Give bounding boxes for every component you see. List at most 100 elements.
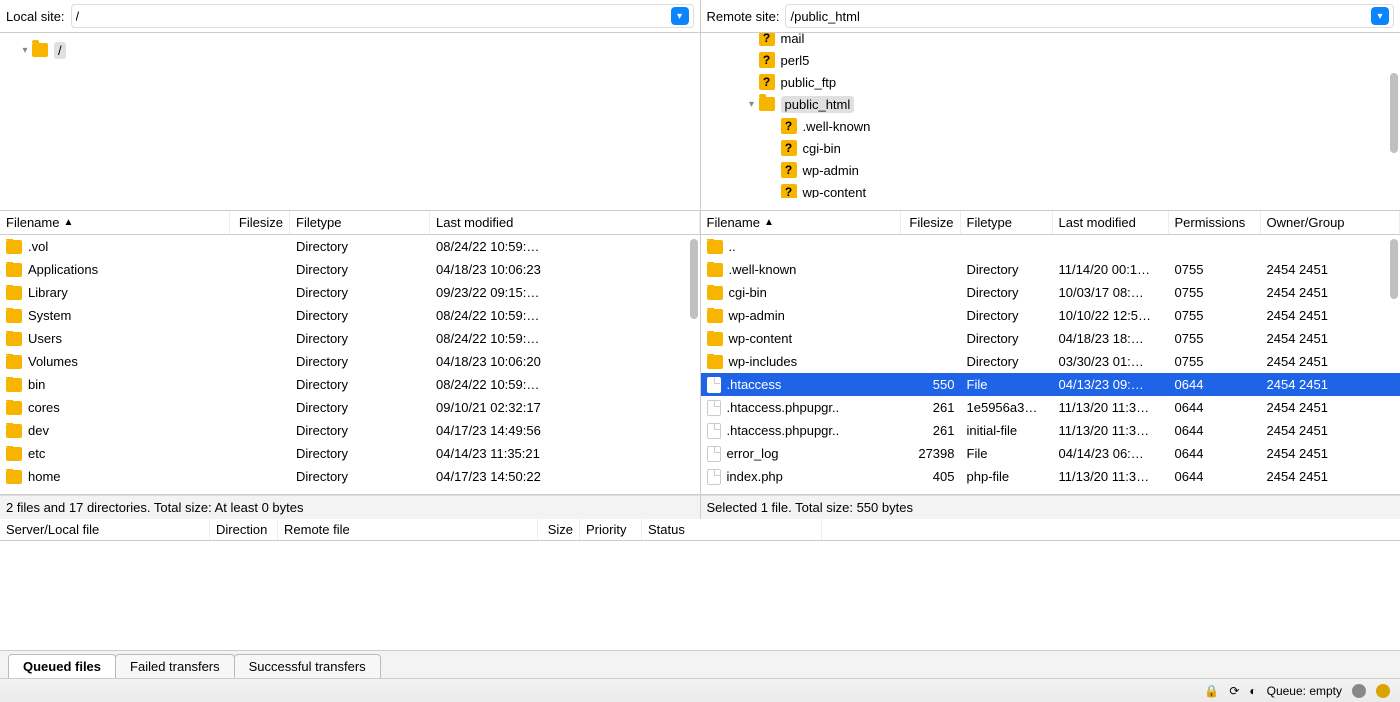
filename-cell: error_log bbox=[727, 446, 779, 461]
list-row[interactable]: etc Directory 04/14/23 11:35:21 bbox=[0, 442, 700, 465]
remote-col-permissions[interactable]: Permissions bbox=[1169, 211, 1261, 234]
remote-site-dropdown-icon[interactable]: ▾ bbox=[1371, 7, 1389, 25]
remote-file-list[interactable]: .. .well-known Directory 11/14/20 00:1… … bbox=[701, 235, 1400, 494]
list-row[interactable]: Users Directory 08/24/22 10:59:… bbox=[0, 327, 700, 350]
tree-item[interactable]: ? wp-content bbox=[701, 181, 1400, 198]
list-row[interactable]: .well-known Directory 11/14/20 00:1… 075… bbox=[701, 258, 1400, 281]
remote-list-scrollbar[interactable] bbox=[1390, 239, 1398, 299]
remote-col-owner[interactable]: Owner/Group bbox=[1261, 211, 1400, 234]
local-site-label: Local site: bbox=[6, 9, 65, 24]
status-dot-1 bbox=[1352, 684, 1366, 698]
folder-icon bbox=[6, 378, 22, 392]
filetype-cell: Directory bbox=[290, 331, 430, 346]
remote-col-modified[interactable]: Last modified bbox=[1053, 211, 1169, 234]
modified-cell: 04/18/23 10:06:20 bbox=[430, 354, 690, 369]
modified-cell: 04/17/23 14:50:22 bbox=[430, 469, 690, 484]
disclosure-icon[interactable]: ▾ bbox=[18, 45, 32, 56]
list-row[interactable]: System Directory 08/24/22 10:59:… bbox=[0, 304, 700, 327]
remote-col-filename[interactable]: Filename▲ bbox=[701, 211, 901, 234]
folder-icon bbox=[6, 401, 22, 415]
list-row[interactable]: wp-content Directory 04/18/23 18:… 0755 … bbox=[701, 327, 1400, 350]
folder-icon bbox=[707, 286, 723, 300]
queue-col-server[interactable]: Server/Local file bbox=[0, 519, 210, 540]
modified-cell: 08/24/22 10:59:… bbox=[430, 239, 690, 254]
filesize-cell: 27398 bbox=[901, 446, 961, 461]
owner-cell: 2454 2451 bbox=[1261, 469, 1353, 484]
permissions-cell: 0755 bbox=[1169, 331, 1261, 346]
list-row[interactable]: dev Directory 04/17/23 14:49:56 bbox=[0, 419, 700, 442]
list-row[interactable]: bin Directory 08/24/22 10:59:… bbox=[0, 373, 700, 396]
list-row[interactable]: .htaccess 550 File 04/13/23 09:… 0644 24… bbox=[701, 373, 1400, 396]
tree-item[interactable]: ▾ public_html bbox=[701, 93, 1400, 115]
queue-col-size[interactable]: Size bbox=[538, 519, 580, 540]
folder-icon bbox=[707, 355, 723, 369]
local-list-scrollbar[interactable] bbox=[690, 239, 698, 319]
queue-col-priority[interactable]: Priority bbox=[580, 519, 642, 540]
filename-cell: .htaccess.phpupgr.. bbox=[727, 423, 840, 438]
remote-tree-scrollbar[interactable] bbox=[1390, 73, 1398, 153]
folder-icon bbox=[759, 97, 775, 111]
tab-failed-transfers[interactable]: Failed transfers bbox=[115, 654, 235, 678]
remote-site-input[interactable] bbox=[790, 9, 1371, 24]
list-row[interactable]: wp-includes Directory 03/30/23 01:… 0755… bbox=[701, 350, 1400, 373]
local-site-input[interactable] bbox=[76, 9, 671, 24]
queue-col-direction[interactable]: Direction bbox=[210, 519, 278, 540]
tree-item[interactable]: ▾ / bbox=[0, 39, 700, 61]
remote-col-filesize[interactable]: Filesize bbox=[901, 211, 961, 234]
permissions-cell: 0644 bbox=[1169, 446, 1261, 461]
filetype-cell: Directory bbox=[290, 262, 430, 277]
local-status: 2 files and 17 directories. Total size: … bbox=[0, 495, 700, 519]
tree-item[interactable]: ? .well-known bbox=[701, 115, 1400, 137]
modified-cell: 04/18/23 10:06:23 bbox=[430, 262, 690, 277]
local-tree[interactable]: ▾ / bbox=[0, 33, 700, 210]
list-row[interactable]: Library Directory 09/23/22 09:15:… bbox=[0, 281, 700, 304]
filename-cell: System bbox=[28, 308, 71, 323]
tab-queued-files[interactable]: Queued files bbox=[8, 654, 116, 678]
tab-successful-transfers[interactable]: Successful transfers bbox=[234, 654, 381, 678]
filename-cell: wp-admin bbox=[729, 308, 785, 323]
local-site-input-wrap[interactable]: ▾ bbox=[71, 4, 694, 28]
bottom-status-bar: 🔒 ⟳ ◐ Queue: empty bbox=[0, 678, 1400, 702]
filter-icon[interactable]: ◐ bbox=[1249, 684, 1256, 698]
local-site-dropdown-icon[interactable]: ▾ bbox=[671, 7, 689, 25]
list-row[interactable]: index.php 405 php-file 11/13/20 11:3… 06… bbox=[701, 465, 1400, 488]
local-col-filesize[interactable]: Filesize bbox=[230, 211, 290, 234]
list-row[interactable]: .htaccess.phpupgr.. 261 1e5956a3… 11/13/… bbox=[701, 396, 1400, 419]
list-row[interactable]: error_log 27398 File 04/14/23 06:… 0644 … bbox=[701, 442, 1400, 465]
local-col-filetype[interactable]: Filetype bbox=[290, 211, 430, 234]
remote-tree[interactable]: ? mail ? perl5 ? public_ftp ▾ public_htm… bbox=[701, 33, 1400, 198]
modified-cell: 10/10/22 12:5… bbox=[1053, 308, 1169, 323]
queue-body[interactable] bbox=[0, 541, 1400, 650]
queue-col-status[interactable]: Status bbox=[642, 519, 822, 540]
filetype-cell: Directory bbox=[290, 285, 430, 300]
list-row[interactable]: cgi-bin Directory 10/03/17 08:… 0755 245… bbox=[701, 281, 1400, 304]
unknown-folder-icon: ? bbox=[781, 118, 797, 134]
tree-item[interactable]: ? public_ftp bbox=[701, 71, 1400, 93]
remote-site-input-wrap[interactable]: ▾ bbox=[785, 4, 1394, 28]
filesize-cell: 261 bbox=[901, 400, 961, 415]
list-row[interactable]: Applications Directory 04/18/23 10:06:23 bbox=[0, 258, 700, 281]
tree-item[interactable]: ? cgi-bin bbox=[701, 137, 1400, 159]
refresh-icon[interactable]: ⟳ bbox=[1229, 684, 1239, 698]
list-row[interactable]: .vol Directory 08/24/22 10:59:… bbox=[0, 235, 700, 258]
filetype-cell: Directory bbox=[290, 400, 430, 415]
local-col-modified[interactable]: Last modified bbox=[430, 211, 700, 234]
list-row[interactable]: .. bbox=[701, 235, 1400, 258]
file-icon bbox=[707, 377, 721, 393]
filetype-cell: initial-file bbox=[961, 423, 1053, 438]
file-icon bbox=[707, 400, 721, 416]
tree-item[interactable]: ? wp-admin bbox=[701, 159, 1400, 181]
tree-item[interactable]: ? perl5 bbox=[701, 49, 1400, 71]
disclosure-icon[interactable]: ▾ bbox=[745, 99, 759, 110]
remote-col-filetype[interactable]: Filetype bbox=[961, 211, 1053, 234]
owner-cell: 2454 2451 bbox=[1261, 423, 1353, 438]
list-row[interactable]: wp-admin Directory 10/10/22 12:5… 0755 2… bbox=[701, 304, 1400, 327]
list-row[interactable]: cores Directory 09/10/21 02:32:17 bbox=[0, 396, 700, 419]
tree-item[interactable]: ? mail bbox=[701, 33, 1400, 49]
list-row[interactable]: .htaccess.phpupgr.. 261 initial-file 11/… bbox=[701, 419, 1400, 442]
queue-col-remote[interactable]: Remote file bbox=[278, 519, 538, 540]
list-row[interactable]: home Directory 04/17/23 14:50:22 bbox=[0, 465, 700, 488]
local-col-filename[interactable]: Filename▲ bbox=[0, 211, 230, 234]
list-row[interactable]: Volumes Directory 04/18/23 10:06:20 bbox=[0, 350, 700, 373]
local-file-list[interactable]: .vol Directory 08/24/22 10:59:… Applicat… bbox=[0, 235, 700, 494]
